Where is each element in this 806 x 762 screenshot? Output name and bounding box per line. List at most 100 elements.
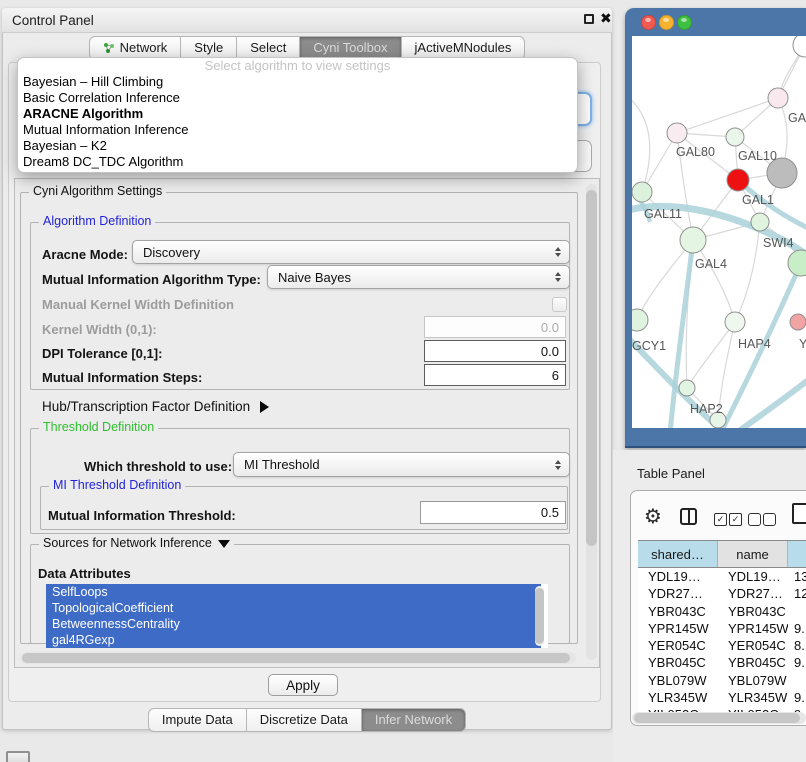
deselect-check-icon[interactable] — [748, 513, 761, 526]
spinner-arrows-icon — [555, 272, 561, 282]
sources-legend: Sources for Network Inference — [39, 536, 234, 550]
hub-definition-label: Hub/Transcription Factor Definition — [42, 399, 250, 414]
aracne-mode-select[interactable]: Discovery — [132, 240, 570, 264]
node-label: Y — [799, 337, 806, 351]
algorithm-option[interactable]: Basic Correlation Inference — [18, 90, 577, 106]
float-window-icon[interactable] — [584, 14, 594, 24]
tab-impute-data[interactable]: Impute Data — [148, 708, 247, 732]
table-cell: YBR045C — [718, 655, 788, 670]
column-header[interactable]: name — [718, 541, 788, 567]
hub-definition-toggle[interactable]: Hub/Transcription Factor Definition — [42, 399, 269, 414]
table-header-row: shared…name — [638, 540, 806, 568]
table-row[interactable]: YBR045CYBR045C9. — [638, 654, 806, 671]
table-row[interactable]: YER054CYER054C8. — [638, 637, 806, 654]
tab-discretize-data[interactable]: Discretize Data — [247, 708, 362, 732]
algorithm-option[interactable]: Mutual Information Inference — [18, 122, 577, 138]
close-icon[interactable]: ✖ — [600, 10, 612, 27]
node-label: GAL1 — [742, 193, 774, 207]
network-node[interactable] — [751, 213, 769, 231]
table-cell: YDL19… — [718, 569, 788, 584]
algorithm-option[interactable]: Bayesian – K2 — [18, 138, 577, 154]
mi-threshold-field[interactable]: 0.5 — [420, 501, 566, 524]
close-window-icon[interactable] — [641, 15, 656, 30]
select-all-check-icon[interactable]: ✓ — [714, 513, 727, 526]
table-horizontal-scrollbar[interactable] — [632, 712, 806, 724]
mi-algorithm-type-select[interactable]: Naive Bayes — [267, 265, 570, 289]
minimized-window-icon[interactable] — [6, 751, 30, 762]
column-header[interactable]: shared… — [638, 541, 718, 567]
network-node[interactable] — [727, 169, 749, 191]
network-node[interactable] — [680, 227, 706, 253]
network-node[interactable] — [793, 36, 806, 57]
network-edge[interactable] — [735, 222, 760, 322]
apply-button[interactable]: Apply — [268, 674, 338, 696]
minimize-window-icon[interactable] — [659, 15, 674, 30]
network-node[interactable] — [788, 250, 806, 276]
algorithm-option[interactable]: Bayesian – Hill Climbing — [18, 74, 577, 90]
table-cell: YDR27… — [638, 586, 718, 601]
table-row[interactable]: YDL19…YDL19…13 — [638, 568, 806, 585]
network-node[interactable] — [679, 380, 695, 396]
mi-algorithm-type-label: Mutual Information Algorithm Type: — [42, 272, 261, 287]
network-icon — [103, 42, 115, 54]
attributes-scrollbar-thumb[interactable] — [535, 588, 544, 644]
network-node[interactable] — [667, 123, 687, 143]
network-edge[interactable] — [632, 96, 650, 192]
tab-label: Select — [250, 37, 286, 59]
aracne-mode-value: Discovery — [143, 245, 200, 260]
table-hscrollbar-thumb[interactable] — [634, 713, 800, 723]
settings-horizontal-scrollbar[interactable] — [20, 652, 576, 664]
column-header[interactable] — [788, 541, 806, 567]
table-cell: YPR145W — [638, 621, 718, 636]
dpi-tolerance-field[interactable]: 0.0 — [424, 340, 566, 362]
table-row[interactable]: YBR043CYBR043C — [638, 603, 806, 620]
network-node[interactable] — [725, 312, 745, 332]
algorithm-option[interactable]: Dream8 DC_TDC Algorithm — [18, 154, 577, 170]
attribute-option[interactable]: TopologicalCoefficient — [46, 600, 541, 616]
manual-kernel-width-label: Manual Kernel Width Definition — [42, 297, 234, 312]
table-cell: YBR045C — [638, 655, 718, 670]
algorithm-option[interactable]: ARACNE Algorithm — [18, 106, 577, 122]
node-label: GAL — [788, 111, 806, 125]
network-node[interactable] — [726, 128, 744, 146]
deselect-check-icon[interactable] — [763, 513, 776, 526]
table-row[interactable]: YLR345WYLR345W9. — [638, 689, 806, 706]
table-row[interactable]: YPR145WYPR145W9. — [638, 620, 806, 637]
select-all-check-icon[interactable]: ✓ — [729, 513, 742, 526]
mi-threshold-legend: MI Threshold Definition — [49, 478, 185, 492]
mi-steps-field[interactable]: 6 — [424, 364, 566, 386]
which-threshold-label: Which threshold to use: — [84, 459, 232, 474]
network-node[interactable] — [632, 182, 652, 202]
network-node[interactable] — [632, 309, 648, 331]
attributes-list-scrollbar[interactable] — [535, 586, 544, 646]
data-attributes-list[interactable]: SelfLoopsTopologicalCoefficientBetweenne… — [46, 584, 548, 648]
gear-icon[interactable]: ⚙ — [644, 504, 662, 528]
network-canvas[interactable]: GALGAL80GAL10GAL1GAL11SWI4GAL4GCY1HAP4YH… — [632, 36, 806, 428]
column-split-icon[interactable] — [680, 508, 697, 525]
settings-hscrollbar-thumb[interactable] — [22, 653, 570, 663]
file-icon[interactable] — [792, 503, 806, 524]
kernel-width-field[interactable]: 0.0 — [424, 316, 566, 338]
attribute-option[interactable]: BetweennessCentrality — [46, 616, 541, 632]
zoom-window-icon[interactable] — [677, 15, 692, 30]
network-canvas-svg: GALGAL80GAL10GAL1GAL11SWI4GAL4GCY1HAP4YH… — [632, 36, 806, 428]
table-cell: YBL079W — [718, 673, 788, 688]
settings-vertical-scrollbar[interactable] — [586, 184, 597, 660]
table-cell: 13 — [788, 569, 806, 584]
spinner-arrows-icon — [555, 460, 561, 470]
settings-vscrollbar-thumb[interactable] — [586, 190, 597, 546]
manual-kernel-width-checkbox[interactable] — [552, 297, 567, 312]
mi-algorithm-type-value: Naive Bayes — [278, 270, 351, 285]
network-node[interactable] — [768, 88, 788, 108]
which-threshold-select[interactable]: MI Threshold — [233, 452, 570, 477]
network-node[interactable] — [790, 314, 806, 330]
network-edge[interactable] — [693, 240, 735, 322]
tab-infer-network[interactable]: Infer Network — [362, 708, 466, 732]
attribute-option[interactable]: SelfLoops — [46, 584, 541, 600]
network-edge[interactable] — [677, 98, 778, 133]
table-cell: YDL19… — [638, 569, 718, 584]
table-cell: 9. — [788, 655, 806, 670]
table-row[interactable]: YBL079WYBL079W — [638, 672, 806, 689]
table-row[interactable]: YDR27…YDR27…12 — [638, 585, 806, 602]
attribute-option[interactable]: gal4RGexp — [46, 632, 541, 648]
